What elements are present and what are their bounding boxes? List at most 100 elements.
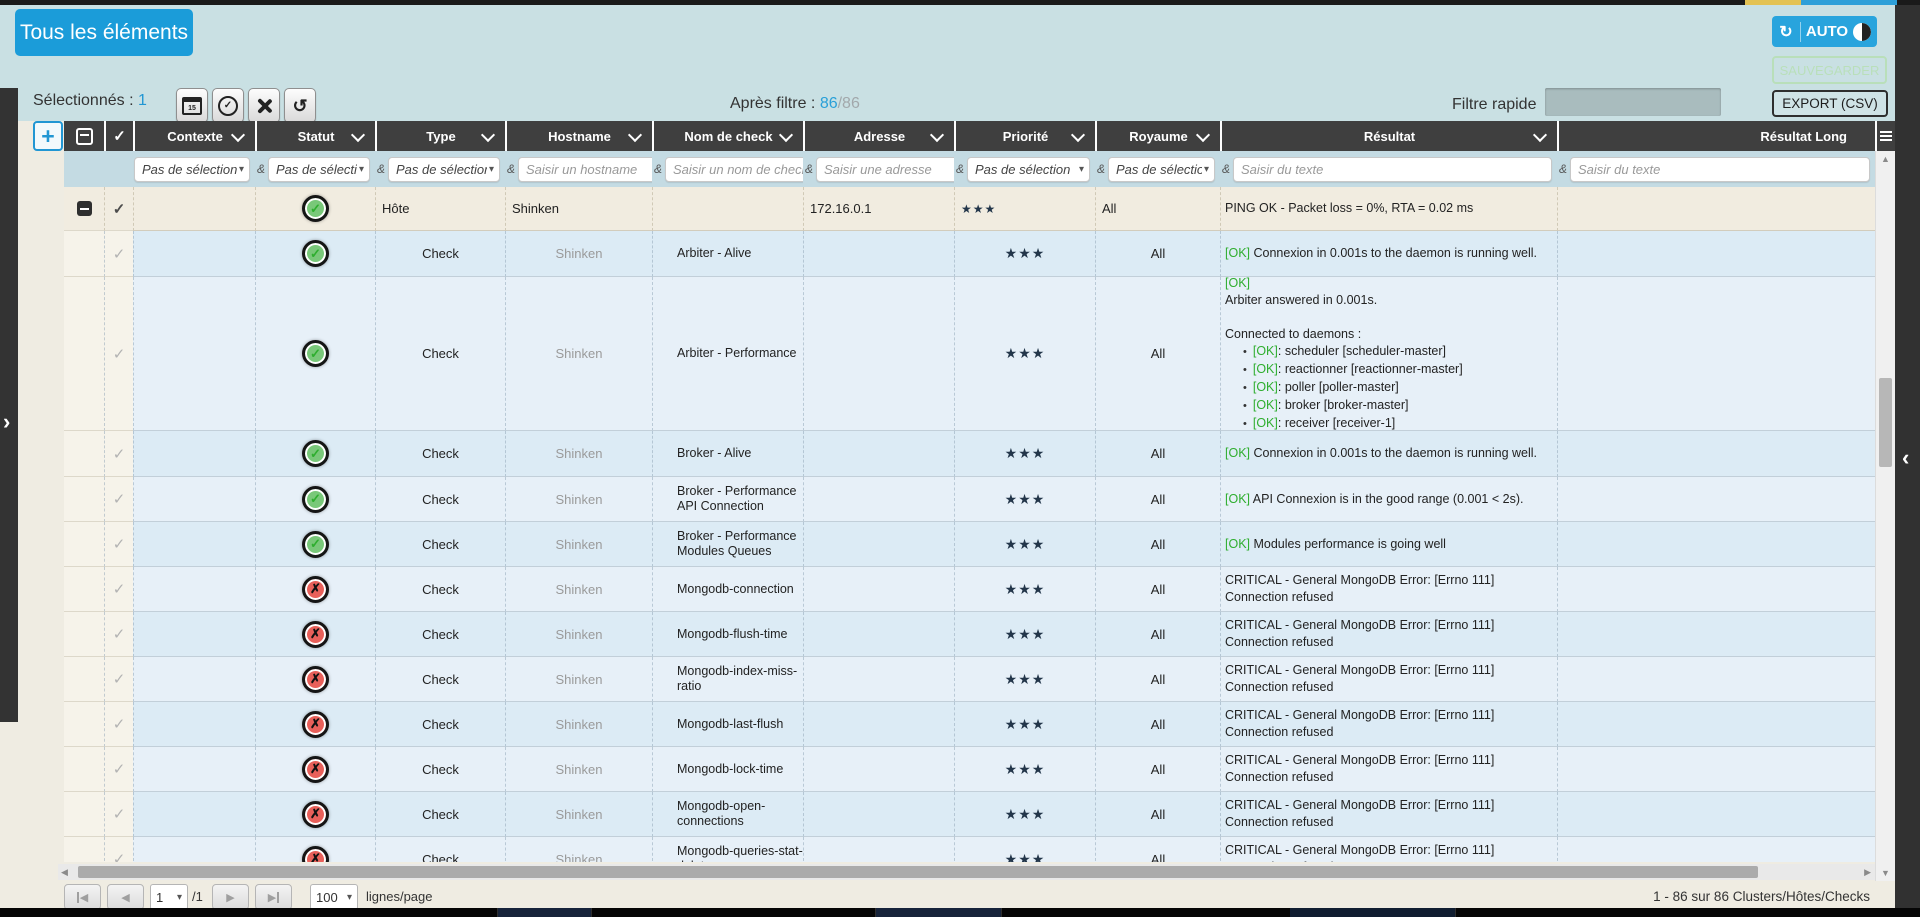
row-check-icon[interactable]: ✓ [113,715,126,733]
filter-select-contexte[interactable]: Pas de sélection▾ [134,157,250,182]
page-select[interactable]: 1▾ [150,884,188,910]
table-row[interactable]: ✓✗CheckShinkenMongodb-flush-time★★★AllCR… [64,612,1875,657]
add-filter-button[interactable]: + [33,121,63,151]
row-check-icon[interactable]: ✓ [113,760,126,778]
refresh-button[interactable]: ↺ [284,88,316,123]
vertical-scrollbar-thumb[interactable] [1879,378,1892,467]
auto-refresh-toggle[interactable]: ↻ AUTO [1772,16,1877,47]
cell-royaume: All [1095,612,1220,657]
left-collapse-rail[interactable]: › [0,88,18,722]
chevron-down-icon[interactable] [481,128,495,142]
chevron-down-icon[interactable] [351,128,365,142]
table-row[interactable]: ✓✗CheckShinkenMongodb-queries-stat-delet… [64,837,1875,862]
col-header-resultat[interactable]: Résultat [1220,121,1557,151]
table-row[interactable]: ✓✓HôteShinken172.16.0.1★★★AllPING OK - P… [64,187,1875,231]
status-critical-icon: ✗ [302,846,329,863]
chevron-down-icon[interactable] [930,128,944,142]
row-check-icon[interactable]: ✓ [113,625,126,643]
chevron-down-icon[interactable] [231,128,245,142]
previous-page-button[interactable]: ◀ [107,884,144,910]
last-page-button[interactable]: ▶ [255,884,292,910]
column-menu-button[interactable] [1875,121,1895,151]
row-check-icon[interactable]: ✓ [113,200,126,218]
table-row[interactable]: ✓✗CheckShinkenMongodb-last-flush★★★AllCR… [64,702,1875,747]
scroll-right-icon[interactable]: ▶ [1864,867,1871,878]
filter-select-statut[interactable]: Pas de sélection▾ [268,157,370,182]
chevron-down-icon[interactable] [779,128,793,142]
bullet-icon: • [1243,364,1247,376]
col-header-royaume[interactable]: Royaume [1095,121,1220,151]
cell-resultat-long [1557,657,1875,702]
filter-select-royaume[interactable]: Pas de sélection▾ [1108,157,1215,182]
tab-all-elements[interactable]: Tous les éléments [15,9,193,56]
right-collapse-rail[interactable]: ‹ [1895,5,1920,908]
filter-input-hostname[interactable] [518,157,652,182]
table-row[interactable]: ✓✓CheckShinkenArbiter - Alive★★★All[OK] … [64,231,1875,277]
chevron-down-icon[interactable] [1071,128,1085,142]
per-page-select[interactable]: 100▾ [310,884,358,910]
filter-input-resultat-long[interactable] [1570,157,1870,182]
col-header-priorite[interactable]: Priorité [954,121,1095,151]
export-csv-button[interactable]: EXPORT (CSV) [1772,90,1888,117]
select-all-icon: ✓ [113,127,126,145]
table-row[interactable]: ✓✓CheckShinkenBroker - Performance API C… [64,477,1875,522]
row-check-icon[interactable]: ✓ [113,245,126,263]
cell-adresse [803,522,954,567]
status-ok-icon: ✓ [302,240,329,267]
row-check-icon[interactable]: ✓ [113,445,126,463]
save-button[interactable]: SAUVEGARDER [1772,56,1887,84]
first-page-button[interactable]: ◀ [64,884,101,910]
row-check-icon[interactable]: ✓ [113,670,126,688]
filter-input-nom-de-check[interactable] [665,157,803,182]
cell-collapse [64,657,104,702]
collapse-minus-icon[interactable] [77,201,92,216]
filter-input-resultat[interactable] [1233,157,1552,182]
chevron-down-icon[interactable] [1533,128,1547,142]
col-header-resultat-long[interactable]: Résultat Long [1557,121,1875,151]
filter-input-adresse[interactable] [816,157,954,182]
scroll-up-icon[interactable]: ▲ [1876,154,1895,164]
toggle-knob-icon[interactable] [1853,23,1871,41]
scroll-left-icon[interactable]: ◀ [61,867,68,878]
expand-left-panel-icon[interactable]: › [3,412,10,432]
cell-priorite: ★★★ [954,657,1095,702]
cell-royaume: All [1095,522,1220,567]
table-row[interactable]: ✓✗CheckShinkenMongodb-lock-time★★★AllCRI… [64,747,1875,792]
col-header-contexte[interactable]: Contexte [133,121,255,151]
quick-filter-input[interactable] [1545,88,1721,116]
row-check-icon[interactable]: ✓ [113,850,126,862]
col-header-collapse[interactable] [64,121,104,151]
row-check-icon[interactable]: ✓ [113,345,126,363]
table-row[interactable]: ✓✗CheckShinkenMongodb-index-miss-ratio★★… [64,657,1875,702]
col-header-adresse[interactable]: Adresse [803,121,954,151]
tools-button[interactable] [248,88,280,123]
cell-selected: ✓ [104,187,133,231]
acknowledge-button[interactable]: ✓ [212,88,244,123]
row-check-icon[interactable]: ✓ [113,490,126,508]
scroll-down-icon[interactable]: ▼ [1876,868,1895,878]
horizontal-scrollbar-thumb[interactable] [78,866,1758,878]
table-row[interactable]: ✓✓CheckShinkenArbiter - Performance★★★Al… [64,277,1875,431]
filter-select-type[interactable]: Pas de sélection▾ [388,157,500,182]
col-header-hostname[interactable]: Hostname [505,121,652,151]
chevron-down-icon[interactable] [628,128,642,142]
table-row[interactable]: ✓✓CheckShinkenBroker - Alive★★★All[OK] C… [64,431,1875,477]
table-row[interactable]: ✓✗CheckShinkenMongodb-connection★★★AllCR… [64,567,1875,612]
cell-statut: ✗ [255,792,375,837]
horizontal-scrollbar[interactable]: ◀ ▶ [58,864,1875,880]
vertical-scrollbar[interactable]: ▲ ▼ [1875,151,1895,881]
table-row[interactable]: ✓✓CheckShinkenBroker - Performance Modul… [64,522,1875,567]
table-row[interactable]: ✓✗CheckShinkenMongodb-open-connections★★… [64,792,1875,837]
expand-right-panel-icon[interactable]: ‹ [1902,448,1909,468]
col-header-nom-de-check[interactable]: Nom de check [652,121,803,151]
schedule-button[interactable]: 15 [176,88,208,123]
row-check-icon[interactable]: ✓ [113,535,126,553]
chevron-down-icon[interactable] [1196,128,1210,142]
col-header-statut[interactable]: Statut [255,121,375,151]
row-check-icon[interactable]: ✓ [113,580,126,598]
col-header-select[interactable]: ✓ [104,121,133,151]
next-page-button[interactable]: ▶ [212,884,249,910]
col-header-type[interactable]: Type [375,121,505,151]
row-check-icon[interactable]: ✓ [113,805,126,823]
filter-select-priorite[interactable]: Pas de sélection▾ [967,157,1090,182]
